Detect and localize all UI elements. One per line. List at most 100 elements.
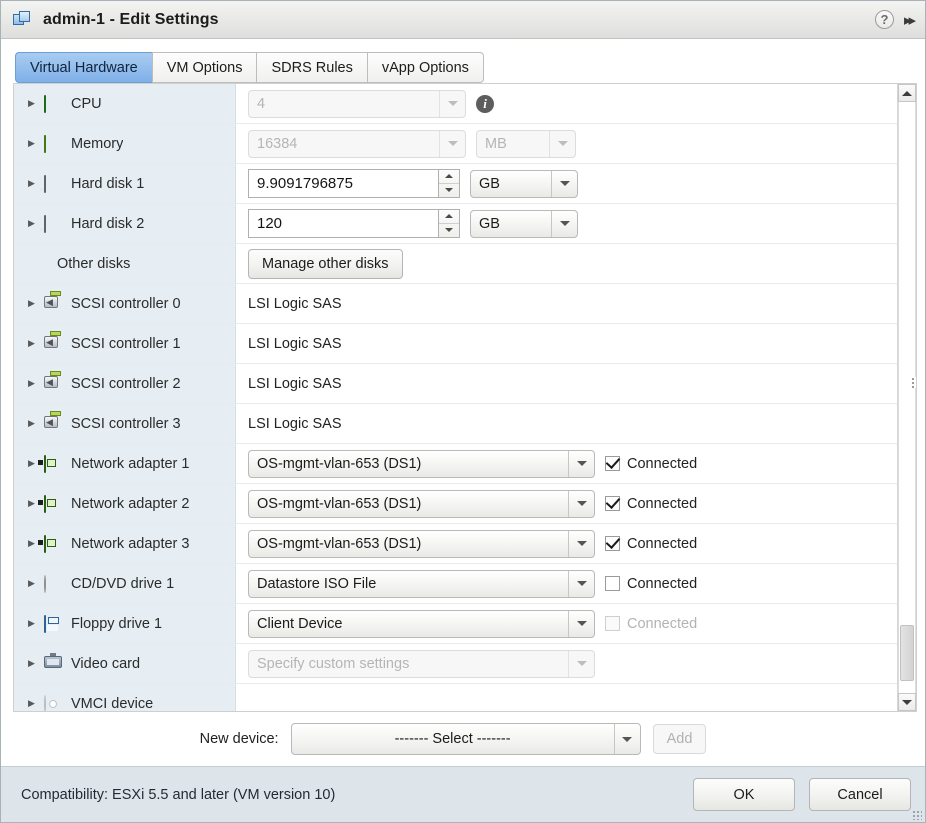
row-value-cell: 16384 MB — [236, 124, 897, 163]
new-device-select[interactable]: ------- Select ------- — [290, 723, 641, 755]
expand-triangle-icon[interactable]: ▶ — [28, 219, 44, 228]
expand-chevrons-icon[interactable]: ▸▸ — [904, 11, 917, 29]
connected-checkbox[interactable]: Connected — [605, 496, 697, 512]
expand-triangle-icon[interactable]: ▶ — [28, 139, 44, 148]
memory-unit-select-dropdown-button — [549, 130, 575, 157]
chevron-down-icon — [576, 541, 587, 546]
cancel-button[interactable]: Cancel — [809, 778, 911, 811]
hardware-row[interactable]: ▶ Floppy drive 1 Client Device Connected — [14, 604, 897, 644]
disk-size-input[interactable]: 120 — [248, 209, 438, 238]
device-backing-select-dropdown-button[interactable] — [568, 490, 594, 517]
scrollbar-thumb[interactable] — [900, 625, 914, 681]
row-value-cell: Client Device Connected — [236, 604, 897, 643]
window-resize-grip[interactable] — [912, 810, 922, 820]
connected-label: Connected — [627, 615, 698, 632]
hardware-row[interactable]: ▶ Network adapter 1 OS-mgmt-vlan-653 (DS1)… — [14, 444, 897, 484]
manage-other-disks-button[interactable]: Manage other disks — [248, 248, 403, 279]
hardware-row[interactable]: ▶ ◀ SCSI controller 3 LSI Logic SAS — [14, 404, 897, 444]
tab-sdrs-rules[interactable]: SDRS Rules — [256, 52, 367, 83]
device-backing-select-dropdown-button[interactable] — [568, 530, 594, 557]
title-bar-actions: ? ▸▸ — [874, 10, 917, 29]
stepper-down-button[interactable] — [439, 224, 459, 238]
stepper-up-button[interactable] — [439, 210, 459, 224]
cpu-icon — [44, 94, 64, 113]
tab-vm-options[interactable]: VM Options — [151, 52, 257, 83]
stepper-up-button[interactable] — [439, 170, 459, 184]
row-device-name: Floppy drive 1 — [71, 615, 163, 632]
disk-unit-select[interactable]: GB — [470, 209, 578, 238]
device-backing-select-dropdown-button[interactable] — [568, 610, 594, 637]
row-device-name: Hard disk 2 — [71, 215, 145, 232]
disk-unit-select-dropdown-button[interactable] — [551, 170, 577, 197]
stepper-down-button[interactable] — [439, 184, 459, 198]
disk-size-input[interactable]: 9.9091796875 — [248, 169, 438, 198]
row-label-cell: ▶ VMCI device — [14, 684, 236, 711]
tab-vapp-options[interactable]: vApp Options — [366, 52, 484, 83]
device-backing-select[interactable]: OS-mgmt-vlan-653 (DS1) — [248, 529, 595, 558]
hardware-row[interactable]: ▶ Network adapter 3 OS-mgmt-vlan-653 (DS1)… — [14, 524, 897, 564]
hardware-row[interactable]: ▶ Video card Specify custom settings — [14, 644, 897, 684]
row-value-cell: 9.9091796875 GB — [236, 164, 897, 203]
add-device-button[interactable]: Add — [652, 724, 707, 754]
hardware-row[interactable]: ▶ Hard disk 1 9.9091796875 GB — [14, 164, 897, 204]
checkbox-box — [605, 536, 620, 551]
scroll-up-button[interactable] — [898, 84, 916, 102]
cpu-count-select-dropdown-button — [439, 90, 465, 117]
device-backing-select-dropdown-button[interactable] — [568, 570, 594, 597]
hardware-row[interactable]: ▶ ◀ SCSI controller 1 LSI Logic SAS — [14, 324, 897, 364]
row-device-name: Hard disk 1 — [71, 175, 145, 192]
chevron-down-icon — [447, 101, 458, 106]
row-value-cell — [236, 684, 897, 711]
expand-triangle-icon[interactable]: ▶ — [28, 379, 44, 388]
row-label-cell: ▶ ◀ SCSI controller 1 — [14, 324, 236, 363]
memory-size-select-value: 16384 — [257, 135, 298, 152]
info-icon[interactable]: i — [476, 94, 494, 113]
scroll-down-button[interactable] — [898, 693, 916, 711]
help-icon[interactable]: ? — [874, 10, 894, 29]
tab-virtual-hardware[interactable]: Virtual Hardware — [15, 52, 152, 83]
device-backing-select[interactable]: Client Device — [248, 609, 595, 638]
expand-triangle-icon[interactable]: ▶ — [28, 579, 44, 588]
tab-bar: Virtual Hardware VM Options SDRS Rules vApp… — [1, 39, 925, 83]
expand-triangle-icon[interactable]: ▶ — [28, 99, 44, 108]
disk-size-stepper[interactable]: 120 — [248, 209, 460, 238]
expand-triangle-icon[interactable]: ▶ — [28, 299, 44, 308]
connected-checkbox[interactable]: Connected — [605, 576, 697, 592]
hardware-row[interactable]: ▶ Memory 16384 MB — [14, 124, 897, 164]
hardware-row[interactable]: ▶ CPU 4 i — [14, 84, 897, 124]
new-device-dropdown-button[interactable] — [613, 724, 640, 754]
ok-button[interactable]: OK — [693, 778, 795, 811]
scrollbar-track[interactable] — [898, 102, 916, 693]
hardware-row[interactable]: ▶ ◀ SCSI controller 0 LSI Logic SAS — [14, 284, 897, 324]
expand-triangle-icon[interactable]: ▶ — [28, 339, 44, 348]
panel-resize-grip[interactable] — [911, 377, 916, 388]
hardware-row[interactable]: ▶ CD/DVD drive 1 Datastore ISO File Connect… — [14, 564, 897, 604]
hardware-row[interactable]: ▶ VMCI device — [14, 684, 897, 711]
hardware-row[interactable]: ▶ ◀ SCSI controller 2 LSI Logic SAS — [14, 364, 897, 404]
connected-checkbox[interactable]: Connected — [605, 456, 697, 472]
device-backing-select-dropdown-button[interactable] — [568, 450, 594, 477]
device-backing-select[interactable]: OS-mgmt-vlan-653 (DS1) — [248, 449, 595, 478]
scsi-icon: ◀ — [44, 330, 64, 352]
disk-size-stepper[interactable]: 9.9091796875 — [248, 169, 460, 198]
expand-triangle-icon[interactable]: ▶ — [28, 659, 44, 668]
expand-triangle-icon[interactable]: ▶ — [28, 619, 44, 628]
hardware-row[interactable]: ▶ Network adapter 2 OS-mgmt-vlan-653 (DS1)… — [14, 484, 897, 524]
connected-label: Connected — [627, 575, 698, 592]
footer-buttons: OK Cancel — [693, 778, 911, 811]
connected-checkbox[interactable]: Connected — [605, 536, 697, 552]
vertical-scrollbar[interactable] — [897, 84, 916, 711]
hardware-row[interactable]: ▶Other disks Manage other disks — [14, 244, 897, 284]
device-backing-select[interactable]: OS-mgmt-vlan-653 (DS1) — [248, 489, 595, 518]
disk-unit-select-dropdown-button[interactable] — [551, 210, 577, 237]
hardware-row[interactable]: ▶ Hard disk 2 120 GB — [14, 204, 897, 244]
row-label-cell: ▶ Floppy drive 1 — [14, 604, 236, 643]
expand-triangle-icon[interactable]: ▶ — [28, 699, 44, 708]
expand-triangle-icon[interactable]: ▶ — [28, 179, 44, 188]
disk-unit-select[interactable]: GB — [470, 169, 578, 198]
device-backing-select[interactable]: Datastore ISO File — [248, 569, 595, 598]
chevron-down-icon — [576, 581, 587, 586]
expand-triangle-icon[interactable]: ▶ — [28, 419, 44, 428]
row-label-cell: ▶ CD/DVD drive 1 — [14, 564, 236, 603]
row-value-cell: Datastore ISO File Connected — [236, 564, 897, 603]
